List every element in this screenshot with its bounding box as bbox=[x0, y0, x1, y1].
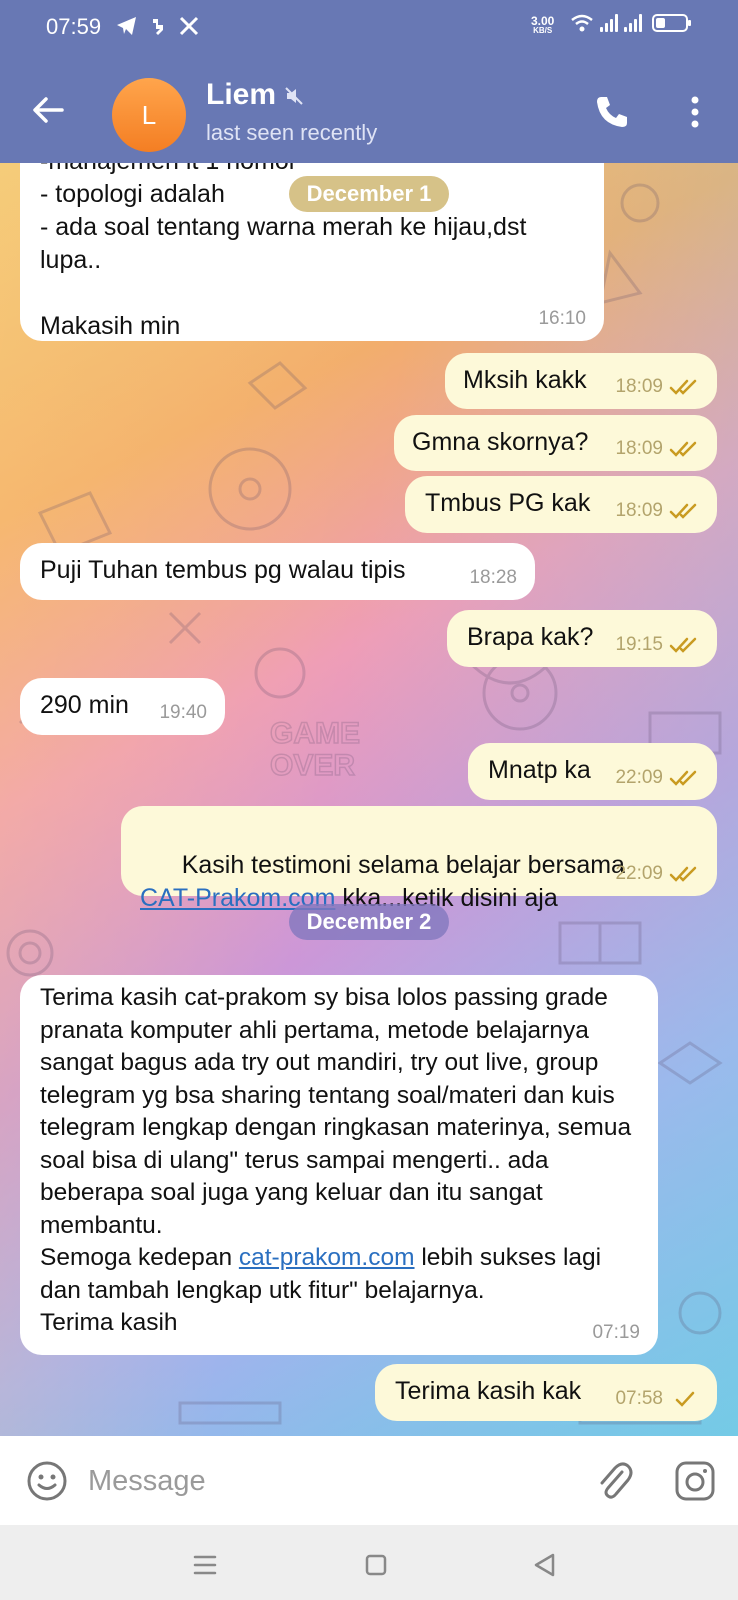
recent-apps-icon[interactable] bbox=[192, 1553, 218, 1577]
double-check-icon bbox=[669, 503, 697, 519]
wifi-icon bbox=[571, 14, 593, 32]
message-time: 18:09 bbox=[615, 500, 663, 521]
paperclip-icon[interactable] bbox=[594, 1458, 634, 1502]
message-meta: 18:28 bbox=[469, 561, 517, 594]
message-meta: 22:09 bbox=[615, 761, 699, 794]
message-bubble-outgoing[interactable]: Terima kasih kak 07:58 bbox=[375, 1364, 717, 1421]
message-composer bbox=[0, 1436, 738, 1525]
notification-icons bbox=[116, 14, 199, 37]
message-list[interactable]: GAME OVER -manajemen it 1 nomor - topolo… bbox=[0, 163, 738, 1436]
more-vertical-icon[interactable] bbox=[680, 92, 710, 132]
camera-icon[interactable] bbox=[674, 1460, 716, 1502]
message-text-line: Kasih testimoni selama belajar bersama bbox=[181, 851, 625, 879]
message-bubble-outgoing[interactable]: Mksih kakk 18:09 bbox=[445, 353, 717, 409]
message-bubble-incoming[interactable]: 290 min 19:40 bbox=[20, 678, 225, 735]
message-meta: 22:09 bbox=[615, 857, 699, 890]
message-time: 18:09 bbox=[615, 438, 663, 459]
message-meta: 07:58 bbox=[615, 1382, 699, 1415]
message-link[interactable]: cat-prakom.com bbox=[239, 1244, 415, 1271]
contact-name[interactable]: Liem bbox=[206, 78, 276, 112]
message-time: 07:19 bbox=[592, 1321, 640, 1343]
status-time: 07:59 bbox=[46, 14, 102, 39]
message-meta: 07:19 bbox=[592, 1317, 640, 1350]
double-check-icon bbox=[669, 637, 697, 653]
signal-icon bbox=[624, 14, 642, 32]
message-time: 19:15 bbox=[615, 634, 663, 655]
message-time: 07:58 bbox=[615, 1388, 663, 1409]
system-icons bbox=[570, 14, 691, 32]
message-bubble-incoming[interactable]: Puji Tuhan tembus pg walau tipis 18:28 bbox=[20, 543, 535, 600]
muted-speaker-icon bbox=[285, 87, 303, 105]
message-time: 19:40 bbox=[159, 702, 207, 723]
message-time: 22:09 bbox=[615, 767, 663, 788]
message-bubble-outgoing[interactable]: Mnatp ka 22:09 bbox=[468, 743, 717, 800]
back-arrow-icon[interactable] bbox=[28, 90, 68, 130]
message-time: 22:09 bbox=[615, 863, 663, 884]
message-meta: 18:09 bbox=[615, 494, 699, 527]
message-meta: 18:09 bbox=[615, 432, 699, 465]
double-check-icon bbox=[669, 770, 697, 786]
message-meta: 18:09 bbox=[615, 370, 699, 403]
network-speed: 3.00 KB/S bbox=[531, 14, 555, 36]
svg-text:GAME: GAME bbox=[270, 717, 360, 750]
message-meta: 16:10 bbox=[538, 302, 586, 335]
message-text-part: Terima kasih cat-prakom sy bisa lolos pa… bbox=[40, 984, 632, 1271]
speed-unit: KB/S bbox=[533, 26, 553, 35]
last-seen-status: last seen recently bbox=[206, 120, 378, 145]
emoji-icon[interactable] bbox=[26, 1460, 68, 1502]
message-time: 18:28 bbox=[469, 567, 517, 588]
pinterest-icon bbox=[152, 18, 163, 35]
status-bar: 07:59 3.00 KB/S bbox=[0, 0, 738, 56]
back-triangle-icon[interactable] bbox=[531, 1551, 557, 1579]
speed-value: 3.00 bbox=[531, 14, 555, 28]
message-input[interactable] bbox=[88, 1458, 568, 1504]
double-check-icon bbox=[669, 866, 697, 882]
message-bubble-outgoing[interactable]: Kasih testimoni selama belajar bersama CA… bbox=[121, 806, 717, 912]
date-label: December 2 bbox=[306, 909, 432, 934]
date-label: December 1 bbox=[306, 181, 432, 206]
single-check-icon bbox=[675, 1391, 695, 1407]
signal-icon bbox=[600, 14, 618, 32]
chat-header: L Liem last seen recently bbox=[0, 56, 738, 163]
home-icon[interactable] bbox=[364, 1553, 388, 1577]
message-text: Terima kasih cat-prakom sy bisa lolos pa… bbox=[40, 982, 638, 1340]
battery-icon bbox=[652, 14, 691, 32]
date-separator: December 2 bbox=[289, 904, 449, 940]
x-icon bbox=[180, 16, 199, 35]
telegram-icon bbox=[117, 16, 136, 35]
double-check-icon bbox=[669, 441, 697, 457]
message-bubble-incoming[interactable]: Terima kasih cat-prakom sy bisa lolos pa… bbox=[20, 975, 658, 1355]
message-meta: 19:15 bbox=[615, 628, 699, 661]
system-navigation-bar bbox=[0, 1525, 738, 1600]
avatar[interactable]: L bbox=[112, 78, 186, 152]
message-bubble-outgoing[interactable]: Gmna skornya? 18:09 bbox=[394, 415, 717, 471]
svg-text:OVER: OVER bbox=[270, 749, 355, 782]
message-text: Puji Tuhan tembus pg walau tipis bbox=[40, 556, 406, 584]
date-separator: December 1 bbox=[289, 176, 449, 212]
phone-icon[interactable] bbox=[592, 92, 632, 132]
message-bubble-outgoing[interactable]: Brapa kak? 19:15 bbox=[447, 610, 717, 667]
message-time: 16:10 bbox=[538, 308, 586, 329]
message-bubble-outgoing[interactable]: Tmbus PG kak 18:09 bbox=[405, 476, 717, 533]
double-check-icon bbox=[669, 379, 697, 395]
message-time: 18:09 bbox=[615, 376, 663, 397]
message-meta: 19:40 bbox=[159, 696, 207, 729]
